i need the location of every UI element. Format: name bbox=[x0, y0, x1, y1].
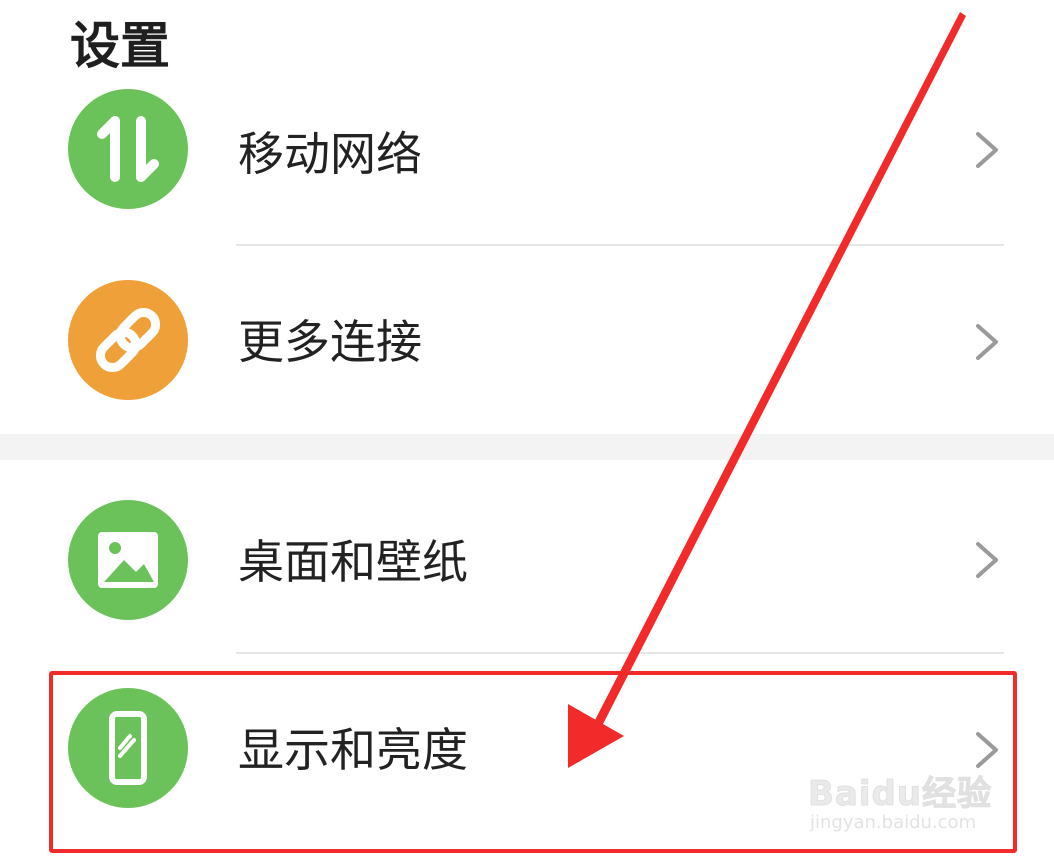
watermark-url: jingyan.baidu.com bbox=[810, 812, 977, 833]
watermark-brand: Baidu经验 bbox=[807, 774, 993, 815]
mobile-data-icon bbox=[68, 89, 188, 209]
settings-item-label: 移动网络 bbox=[238, 127, 422, 181]
watermark: Baidu经验 jingyan.baidu.com bbox=[807, 748, 1008, 848]
chevron-right-icon bbox=[976, 324, 998, 360]
settings-item-desktop-wallpaper[interactable]: 桌面和壁纸 bbox=[0, 462, 1054, 652]
group-separator bbox=[0, 434, 1054, 460]
link-icon bbox=[68, 280, 188, 400]
image-icon bbox=[68, 500, 188, 620]
settings-item-more-connections[interactable]: 更多连接 bbox=[0, 246, 1054, 436]
settings-item-mobile-network[interactable]: 移动网络 bbox=[0, 56, 1054, 246]
settings-item-label: 桌面和壁纸 bbox=[238, 535, 468, 589]
settings-item-label: 更多连接 bbox=[238, 315, 422, 369]
chevron-right-icon bbox=[976, 132, 998, 168]
chevron-right-icon bbox=[976, 542, 998, 578]
